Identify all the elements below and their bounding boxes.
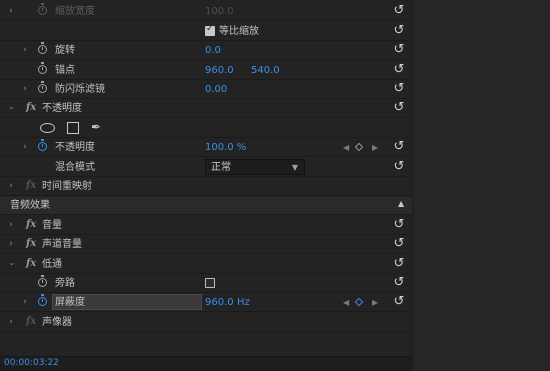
anti-flicker-value[interactable]: 0.00	[205, 83, 227, 96]
collapse-section-icon[interactable]: ▲	[398, 199, 404, 208]
add-keyframe-icon[interactable]	[354, 142, 364, 152]
anchor-y-value[interactable]: 540.0	[251, 64, 280, 77]
fx-icon[interactable]: fx	[26, 258, 36, 270]
expand-chevron-icon[interactable]: ›	[20, 141, 30, 153]
add-keyframe-icon[interactable]	[354, 297, 364, 307]
scale-width-row: › 缩放宽度 100.0 ↺	[0, 2, 412, 21]
status-bar	[0, 356, 412, 371]
cutoff-value[interactable]: 960.0	[205, 296, 234, 309]
collapse-chevron-icon[interactable]: ›	[5, 103, 17, 113]
panner-label: 声像器	[42, 317, 72, 328]
opacity-label: 不透明度	[55, 142, 95, 153]
reset-icon[interactable]: ↺	[392, 82, 406, 96]
lowpass-label: 低通	[42, 259, 62, 270]
prev-keyframe-icon[interactable]: ◀	[343, 141, 349, 154]
anchor-x-value[interactable]: 960.0	[205, 64, 234, 77]
uniform-scale-row: 等比缩放 ↺	[0, 22, 412, 41]
channel-volume-label: 声道音量	[42, 239, 82, 250]
rotation-row: › 旋转 0.0 ↺	[0, 41, 412, 60]
cutoff-unit: Hz	[237, 297, 250, 308]
lowpass-row[interactable]: › fx 低通 ↺	[0, 255, 412, 274]
time-remap-row[interactable]: › fx 时间重映射	[0, 177, 412, 196]
blend-mode-dropdown[interactable]: 正常 ▼	[205, 159, 305, 175]
reset-icon[interactable]: ↺	[392, 101, 406, 115]
expand-chevron-icon[interactable]: ›	[6, 316, 16, 328]
bypass-row: 旁路 ↺	[0, 274, 412, 293]
collapse-chevron-icon[interactable]: ›	[5, 259, 17, 269]
fx-icon[interactable]: fx	[26, 238, 36, 250]
reset-icon[interactable]: ↺	[392, 276, 406, 290]
uniform-scale-checkbox[interactable]	[205, 24, 215, 36]
blend-mode-label: 混合模式	[55, 162, 95, 173]
bypass-label: 旁路	[55, 278, 75, 289]
opacity-row: › 不透明度 100.0 % ◀ ▶ ↺	[0, 138, 412, 157]
reset-icon[interactable]: ↺	[392, 43, 406, 57]
channel-volume-row[interactable]: › fx 声道音量 ↺	[0, 235, 412, 254]
reset-icon[interactable]: ↺	[392, 63, 406, 77]
opacity-effect-label: 不透明度	[42, 103, 82, 114]
reset-icon[interactable]: ↺	[392, 140, 406, 154]
next-keyframe-icon[interactable]: ▶	[372, 296, 378, 309]
stopwatch-icon[interactable]	[38, 294, 47, 306]
volume-row[interactable]: › fx 音量 ↺	[0, 216, 412, 235]
time-remap-label: 时间重映射	[42, 181, 92, 192]
expand-chevron-icon[interactable]: ›	[20, 83, 30, 95]
expand-chevron-icon[interactable]: ›	[6, 180, 16, 192]
anchor-point-label: 锚点	[55, 65, 75, 76]
pen-mask-icon[interactable]: ✒	[91, 120, 101, 134]
anchor-point-row: 锚点 960.0 540.0 ↺	[0, 61, 412, 80]
reset-icon[interactable]: ↺	[392, 218, 406, 232]
cutoff-label: 屏蔽度	[55, 297, 85, 308]
fx-icon: fx	[26, 180, 37, 191]
dropdown-arrow-icon: ▼	[291, 163, 298, 172]
reset-icon[interactable]: ↺	[392, 257, 406, 271]
rotation-label: 旋转	[55, 45, 75, 56]
timeline-area[interactable]	[412, 0, 550, 370]
uniform-scale-label: 等比缩放	[219, 26, 259, 37]
anti-flicker-row: › 防闪烁滤镜 0.00 ↺	[0, 80, 412, 99]
anti-flicker-label: 防闪烁滤镜	[55, 84, 105, 95]
stopwatch-icon[interactable]	[38, 139, 47, 151]
cutoff-row: › 屏蔽度 960.0 Hz ◀ ▶ ↺	[0, 293, 412, 312]
reset-icon[interactable]: ↺	[392, 160, 406, 174]
next-keyframe-icon[interactable]: ▶	[372, 141, 378, 154]
rotation-value[interactable]: 0.0	[205, 44, 221, 57]
opacity-effect-row[interactable]: › fx 不透明度 ↺	[0, 99, 412, 118]
reset-icon[interactable]: ↺	[392, 237, 406, 251]
expand-chevron-icon[interactable]: ›	[6, 238, 16, 250]
ellipse-mask-icon[interactable]	[40, 123, 55, 133]
expand-chevron-icon[interactable]: ›	[6, 5, 16, 17]
timecode[interactable]: 00:00:03:22	[4, 358, 59, 369]
blend-mode-value: 正常	[211, 162, 231, 173]
blend-mode-row: 混合模式 正常 ▼ ↺	[0, 158, 412, 177]
bypass-checkbox[interactable]	[205, 278, 215, 288]
fx-icon[interactable]: fx	[26, 219, 36, 231]
prev-keyframe-icon[interactable]: ◀	[343, 296, 349, 309]
expand-chevron-icon[interactable]: ›	[20, 296, 30, 308]
volume-label: 音量	[42, 220, 62, 231]
mask-tools: ✒	[0, 118, 412, 138]
expand-chevron-icon[interactable]: ›	[20, 44, 30, 56]
audio-effects-section[interactable]: 音频效果 ▲	[0, 197, 412, 215]
reset-icon[interactable]: ↺	[392, 4, 406, 18]
stopwatch-icon[interactable]	[38, 81, 47, 93]
panner-row[interactable]: › fx 声像器	[0, 313, 412, 332]
stopwatch-icon[interactable]	[38, 275, 47, 287]
reset-icon[interactable]: ↺	[392, 24, 406, 38]
effect-controls-panel: › 缩放宽度 100.0 ↺ 等比缩放 ↺ › 旋转 0.0 ↺ 锚点 960.…	[0, 0, 412, 371]
fx-icon[interactable]: fx	[26, 102, 36, 114]
scale-width-value: 100.0	[205, 6, 234, 17]
stopwatch-icon[interactable]	[38, 42, 47, 54]
scale-width-label: 缩放宽度	[55, 6, 95, 17]
rectangle-mask-icon[interactable]	[67, 122, 79, 134]
stopwatch-icon	[38, 3, 47, 15]
audio-effects-label: 音频效果	[10, 200, 50, 211]
opacity-value[interactable]: 100.0 %	[205, 141, 246, 154]
fx-icon: fx	[26, 316, 37, 327]
reset-icon[interactable]: ↺	[392, 295, 406, 309]
expand-chevron-icon[interactable]: ›	[6, 219, 16, 231]
stopwatch-icon[interactable]	[38, 62, 47, 74]
